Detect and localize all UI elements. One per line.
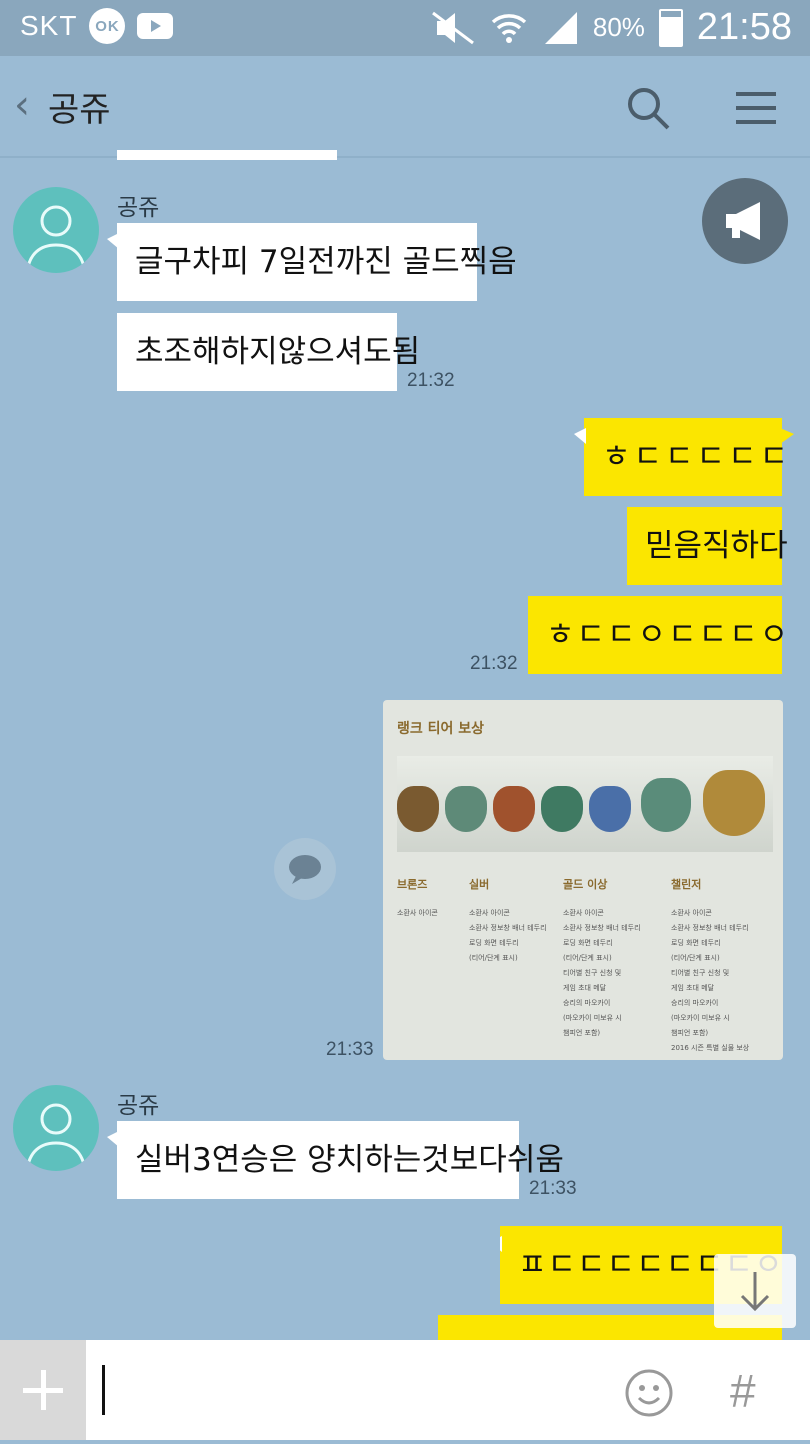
tier-reward-item: (마오카이 미보유 시 [563, 1014, 622, 1022]
search-icon[interactable] [626, 86, 670, 130]
image-message[interactable]: 랭크 티어 보상 브론즈소환사 아이콘 실버소환사 아이콘소환사 정보창 배너 테… [383, 700, 783, 1060]
message-input-bar: # [0, 1340, 810, 1440]
battery-percent: 80% [592, 12, 645, 42]
scroll-to-bottom-button[interactable] [714, 1254, 796, 1328]
tier-reward-item: 로딩 화면 테두리 [671, 939, 721, 947]
tier-reward-item: 소환사 아이콘 [671, 909, 712, 917]
menu-icon[interactable] [736, 88, 776, 128]
tier-reward-item: 소환사 아이콘 [469, 909, 510, 917]
tier-reward-item: 소환사 정보창 배너 테두리 [563, 924, 641, 932]
message-time: 21:33 [529, 1178, 577, 1199]
bronze-emblem-icon [397, 786, 439, 832]
tier-reward-item: 티어별 친구 신청 및 [671, 969, 730, 977]
tier-reward-item: 게임 초대 메달 [563, 984, 607, 992]
tier-reward-item: 소환사 아이콘 [397, 909, 438, 917]
tier-reward-item: 소환사 정보창 배너 테두리 [469, 924, 547, 932]
tier-reward-item: 게임 초대 메달 [671, 984, 715, 992]
platinum-emblem-icon [541, 786, 583, 832]
message-time: 21:32 [407, 370, 455, 391]
clock: 21:58 [696, 6, 792, 48]
image-title: 랭크 티어 보상 [397, 721, 485, 737]
tier-reward-item: (티어/단계 표시) [469, 954, 518, 962]
sender-name: 공쥬 [117, 195, 160, 221]
previous-message-partial [117, 150, 337, 160]
wifi-icon [491, 13, 527, 43]
share-button[interactable] [274, 838, 336, 900]
tier-reward-item: 티어별 친구 신청 및 [563, 969, 622, 977]
mute-vibrate-icon [431, 11, 474, 44]
emoticon-icon[interactable] [624, 1368, 674, 1418]
announcement-button[interactable] [702, 178, 788, 264]
ok-cashbag-icon: OK [89, 8, 126, 44]
challenger-emblem-icon [703, 770, 765, 836]
text-cursor [102, 1365, 105, 1415]
youtube-icon [137, 13, 174, 39]
message-input[interactable] [86, 1340, 606, 1440]
message-bubble[interactable]: 실버3연승은 양치하는것보다쉬움 [107, 1121, 564, 1199]
default-profile-icon [25, 1103, 87, 1171]
message-time: 21:33 [326, 1039, 374, 1060]
master-emblem-icon [641, 778, 691, 832]
tier-reward-item: (티어/단계 표시) [671, 954, 720, 962]
my-message-bubble[interactable]: 믿음직하다 [627, 507, 788, 585]
gold-emblem-icon [493, 786, 535, 832]
chat-header: ‹ 공쥬 [0, 56, 810, 158]
tier-emblems-banner [397, 756, 773, 852]
diamond-emblem-icon [589, 786, 631, 832]
tier-reward-item: 소환사 아이콘 [563, 909, 604, 917]
megaphone-icon [726, 202, 760, 240]
tier-reward-item: 2016 시즌 특별 실물 보상 [671, 1044, 750, 1052]
tier-reward-item: 로딩 화면 테두리 [563, 939, 613, 947]
default-profile-icon [25, 205, 87, 273]
back-chevron-icon[interactable]: ‹ [14, 82, 30, 128]
hashtag-search-button[interactable]: # [730, 1364, 756, 1418]
tier-reward-item: 챔피언 포함) [563, 1029, 601, 1037]
status-right: 80% 21:58 [431, 6, 792, 49]
message-time: 21:32 [470, 653, 518, 674]
tier-column-header: 골드 이상 [563, 878, 608, 891]
plus-icon [23, 1370, 63, 1410]
chat-title: 공쥬 [48, 91, 111, 129]
message-bubble[interactable]: 글구차피 7일전까진 골드찍음 [107, 223, 517, 301]
signal-icon [544, 11, 577, 44]
speech-bubble-icon [289, 855, 321, 884]
battery-icon [658, 8, 683, 47]
tier-reward-item: (티어/단계 표시) [563, 954, 612, 962]
sender-name: 공쥬 [117, 1093, 160, 1119]
tier-reward-item: 로딩 화면 테두리 [469, 939, 519, 947]
tier-reward-item: 챔피언 포함) [671, 1029, 709, 1037]
avatar[interactable] [13, 1085, 99, 1171]
carrier-label: SKT [20, 10, 78, 41]
tier-column-header: 실버 [469, 878, 490, 891]
tier-column-header: 챌린저 [671, 878, 702, 891]
arrow-down-icon [740, 1272, 770, 1312]
my-message-bubble[interactable]: ㅎㄷㄷㅇㄷㄷㄷㅇ [528, 596, 788, 674]
my-message-bubble[interactable]: ㅎㄷㄷㄷㄷㄷ [574, 418, 794, 496]
message-bubble[interactable]: 초조해하지않으셔도됨 [117, 313, 420, 391]
tier-reward-item: 소환사 정보창 배너 테두리 [671, 924, 749, 932]
status-bar: SKT OK 80% 21:58 [0, 0, 810, 56]
tier-reward-item: (마오카이 미보유 시 [671, 1014, 730, 1022]
attach-button[interactable] [0, 1340, 86, 1440]
silver-emblem-icon [445, 786, 487, 832]
tier-reward-item: 승리의 마오카이 [671, 999, 719, 1007]
tier-column-header: 브론즈 [397, 878, 428, 891]
status-left: SKT OK [20, 8, 174, 44]
avatar[interactable] [13, 187, 99, 273]
tier-reward-item: 승리의 마오카이 [563, 999, 611, 1007]
